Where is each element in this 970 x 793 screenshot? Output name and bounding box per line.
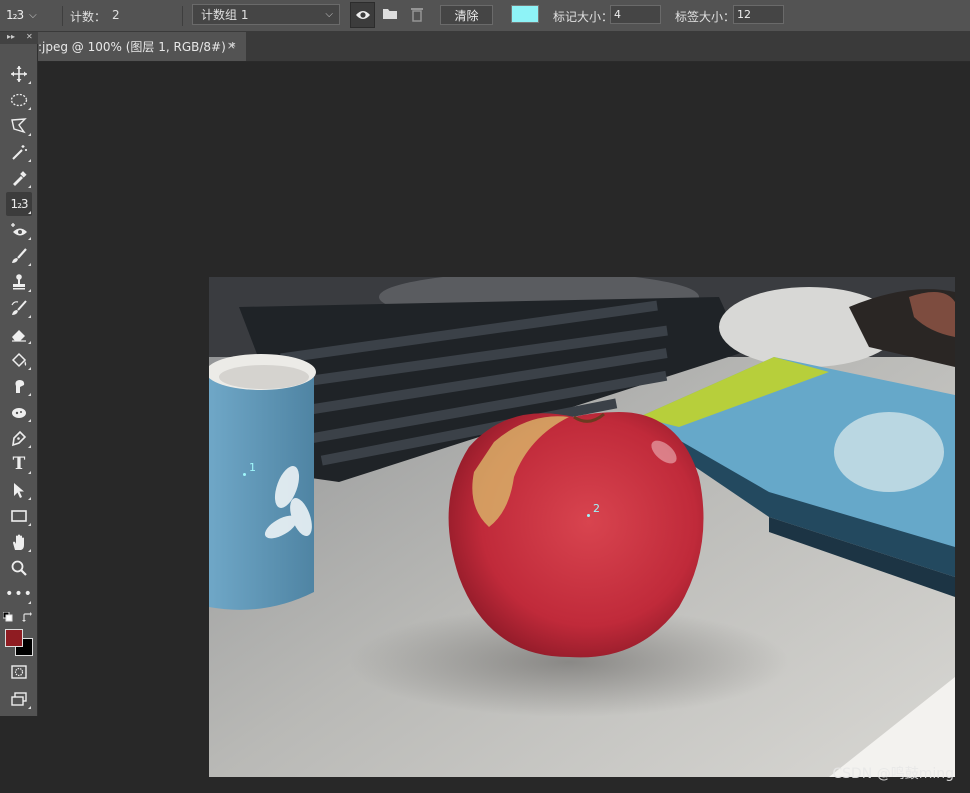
- close-icon[interactable]: ✕: [26, 32, 33, 41]
- hand-icon: [13, 534, 24, 550]
- count-tool-icon: 1₂3: [6, 8, 24, 22]
- document-tab[interactable]: :jpeg @ 100% (图层 1, RGB/8#) * ×: [38, 32, 246, 61]
- marker-size-label: 标记大小：: [553, 10, 614, 24]
- delete-group-button[interactable]: [410, 6, 428, 24]
- zoom-tool[interactable]: [6, 556, 32, 580]
- new-group-button[interactable]: [382, 6, 400, 24]
- move-icon: [11, 66, 27, 82]
- clear-button[interactable]: 清除: [440, 5, 493, 25]
- edit-toolbar-button[interactable]: •••: [5, 582, 33, 606]
- close-icon[interactable]: ×: [227, 39, 236, 52]
- count-marker-dot: [243, 473, 246, 476]
- move-tool[interactable]: [6, 62, 32, 86]
- count-value: 2: [112, 8, 120, 22]
- document-tab-title: :jpeg @ 100% (图层 1, RGB/8#) *: [38, 40, 236, 54]
- count-tool-icon: 1₂3: [10, 197, 28, 211]
- count-marker-label: 2: [593, 502, 600, 515]
- count-tool[interactable]: 1₂3: [6, 192, 32, 216]
- count-label: 计数：: [70, 10, 107, 24]
- tool-preset-picker[interactable]: 1₂3 ⌵: [6, 5, 56, 25]
- pen-tool[interactable]: [6, 426, 32, 450]
- magic-wand-icon: [12, 145, 27, 160]
- screen-mode-icon: [11, 692, 27, 706]
- foreground-color-swatch[interactable]: [5, 629, 23, 647]
- chevron-down-icon: ⌵: [325, 9, 333, 20]
- count-marker-dot: [587, 514, 590, 517]
- document-tab-bar: :jpeg @ 100% (图层 1, RGB/8#) * ×: [0, 32, 970, 62]
- watermark: CSDN @鸣鼓ming: [832, 766, 954, 782]
- hand-tool[interactable]: [6, 530, 32, 554]
- default-colors-icon[interactable]: [3, 612, 13, 622]
- chevron-down-icon: ⌵: [29, 9, 37, 21]
- eraser-tool[interactable]: [6, 322, 32, 346]
- marker-color-swatch[interactable]: [511, 5, 539, 23]
- red-eye-icon: [11, 223, 27, 236]
- dodge-tool[interactable]: [6, 400, 32, 424]
- eraser-icon: [12, 330, 26, 342]
- smudge-icon: [15, 380, 25, 393]
- count-group-select[interactable]: 计数组 1 ⌵: [192, 4, 340, 25]
- collapse-icon[interactable]: ▸▸: [7, 32, 15, 41]
- eyedropper-icon: [13, 171, 27, 186]
- clone-stamp-icon: [13, 274, 25, 290]
- magic-wand-tool[interactable]: [6, 140, 32, 164]
- eye-icon: [355, 11, 370, 19]
- swap-colors-icon[interactable]: [22, 612, 32, 622]
- options-bar: 1₂3 ⌵ 计数： 2 计数组 1 ⌵ 清除 标记大小： 标签大小：: [0, 0, 970, 32]
- divider: [182, 6, 183, 26]
- quick-mask-icon: [11, 665, 27, 679]
- label-size-input[interactable]: [733, 5, 784, 24]
- history-brush-icon: [11, 300, 27, 315]
- ellipse-marquee-icon: [10, 93, 28, 107]
- paint-bucket-icon: [11, 352, 27, 368]
- marker-size-input[interactable]: [610, 5, 661, 24]
- folder-icon: [383, 9, 397, 19]
- rectangle-tool[interactable]: [6, 504, 32, 528]
- label-size-label: 标签大小：: [675, 10, 736, 24]
- quick-mask-button[interactable]: [6, 660, 32, 684]
- more-icon: •••: [5, 586, 33, 602]
- toolbox: ▸▸ ✕ 1₂3 T •••: [0, 32, 38, 716]
- apple-photo: [209, 277, 955, 777]
- path-selection-tool[interactable]: [6, 478, 32, 502]
- sponge-icon: [12, 408, 26, 418]
- trash-icon: [411, 8, 423, 22]
- lasso-tool[interactable]: [6, 114, 32, 138]
- count-group-value: 计数组 1: [201, 8, 249, 22]
- marquee-tool[interactable]: [6, 88, 32, 112]
- history-brush-tool[interactable]: [6, 296, 32, 320]
- pen-icon: [12, 430, 27, 447]
- toggle-visibility-button[interactable]: [350, 2, 375, 28]
- brush-icon: [12, 248, 27, 263]
- divider: [62, 6, 63, 26]
- eyedropper-tool[interactable]: [6, 166, 32, 190]
- brush-tool[interactable]: [6, 244, 32, 268]
- paint-bucket-tool[interactable]: [6, 348, 32, 372]
- magnifier-icon: [11, 560, 27, 576]
- polygon-lasso-icon: [11, 118, 27, 134]
- stamp-tool[interactable]: [6, 270, 32, 294]
- type-tool[interactable]: T: [6, 452, 32, 476]
- smudge-tool[interactable]: [6, 374, 32, 398]
- red-eye-tool[interactable]: [6, 218, 32, 242]
- arrow-cursor-icon: [14, 483, 24, 498]
- type-icon: T: [12, 454, 26, 474]
- screen-mode-button[interactable]: [6, 687, 32, 711]
- rectangle-icon: [11, 510, 27, 522]
- canvas-image[interactable]: 1 2: [209, 277, 955, 777]
- count-marker-label: 1: [249, 461, 256, 474]
- toolbox-header: ▸▸ ✕: [0, 32, 38, 44]
